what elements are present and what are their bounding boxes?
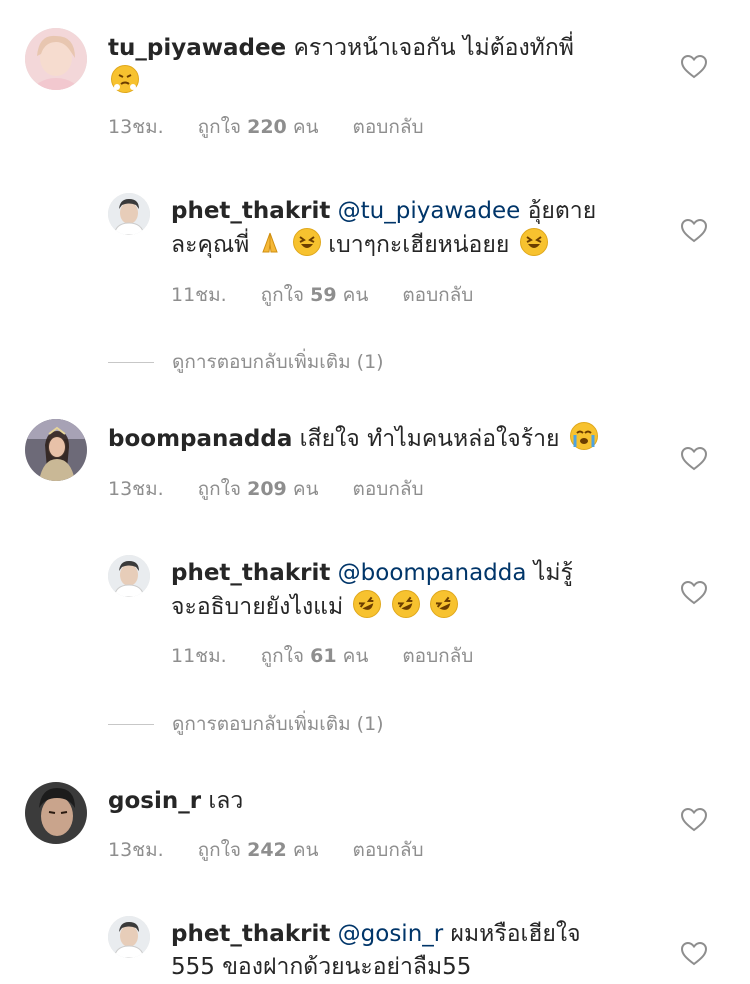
- comment-text: ผมหรือเฮียใจ: [450, 921, 581, 947]
- comment-text: อุ้ยตาย: [527, 198, 597, 224]
- likes-suffix: คน: [292, 478, 319, 500]
- divider: [108, 361, 154, 363]
- reply-button[interactable]: ตอบกลับ: [402, 284, 473, 306]
- view-more-label: ดูการตอบกลับเพิ่มเติม (1): [172, 351, 384, 373]
- comment-text-line2: 555 ของฝากด้วยนะอย่าลืม55: [171, 954, 472, 980]
- folded-hands-emoji-icon: [257, 230, 283, 256]
- reply-button[interactable]: ตอบกลับ: [402, 645, 473, 667]
- heart-icon[interactable]: [681, 447, 707, 471]
- comment-meta: 11ชม. ถูกใจ 61 คน ตอบกลับ: [171, 641, 507, 671]
- comment-username[interactable]: tu_piyawadee: [108, 35, 286, 61]
- mention-link[interactable]: @boompanadda: [338, 560, 527, 586]
- likes-count: 209: [247, 478, 287, 500]
- likes-count: 220: [247, 116, 287, 138]
- avatar[interactable]: [25, 419, 87, 481]
- heart-icon[interactable]: [681, 808, 707, 832]
- reply-button[interactable]: ตอบกลับ: [353, 839, 424, 861]
- likes-prefix: ถูกใจ: [197, 839, 242, 861]
- likes-suffix: คน: [342, 645, 369, 667]
- comment-body: boompanadda เสียใจ ทำไมคนหล่อใจร้าย: [108, 422, 668, 456]
- comment-meta: 13ชม. ถูกใจ 209 คน ตอบกลับ: [108, 474, 458, 504]
- laughing-emoji-icon: [292, 228, 321, 256]
- avatar[interactable]: [108, 916, 150, 958]
- comment-meta: 13ชม. ถูกใจ 220 คน ตอบกลับ: [108, 112, 458, 142]
- likes-count: 242: [247, 839, 287, 861]
- likes-count: 61: [310, 645, 337, 667]
- heart-icon[interactable]: [681, 942, 707, 966]
- comment-meta: 13ชม. ถูกใจ 242 คน ตอบกลับ: [108, 835, 458, 865]
- view-more-replies[interactable]: ดูการตอบกลับเพิ่มเติม (1): [108, 350, 384, 374]
- likes-prefix: ถูกใจ: [260, 284, 305, 306]
- view-more-replies[interactable]: ดูการตอบกลับเพิ่มเติม (1): [108, 712, 384, 736]
- comment-time: 13ชม.: [108, 116, 164, 138]
- comment-text-line2: จะอธิบายยังไงแม่: [171, 594, 344, 620]
- heart-icon[interactable]: [681, 581, 707, 605]
- comment-username[interactable]: phet_thakrit: [171, 560, 330, 586]
- comment-time: 11ชม.: [171, 645, 227, 667]
- avatar[interactable]: [25, 782, 87, 844]
- divider: [108, 723, 154, 725]
- likes-prefix: ถูกใจ: [197, 116, 242, 138]
- comment-time: 11ชม.: [171, 284, 227, 306]
- reply-button[interactable]: ตอบกลับ: [353, 116, 424, 138]
- avatar[interactable]: [25, 28, 87, 90]
- heart-icon[interactable]: [681, 219, 707, 243]
- comment-likes[interactable]: ถูกใจ 61 คน: [261, 645, 369, 667]
- comment-text-line3: เบาๆกะเฮียหน่อยย: [328, 232, 510, 258]
- comment-username[interactable]: phet_thakrit: [171, 921, 330, 947]
- comment-username[interactable]: gosin_r: [108, 788, 201, 814]
- comment-likes[interactable]: ถูกใจ 209 คน: [198, 478, 319, 500]
- mention-link[interactable]: @gosin_r: [338, 921, 444, 947]
- comment-body: gosin_r เลว: [108, 785, 648, 818]
- avatar[interactable]: [108, 193, 150, 235]
- rofl-emoji-icon: [391, 590, 420, 618]
- mention-link[interactable]: @tu_piyawadee: [338, 198, 521, 224]
- laughing-emoji-icon: [519, 228, 548, 256]
- crying-emoji-icon: [569, 422, 598, 450]
- comment-time: 13ชม.: [108, 478, 164, 500]
- comment-text: เลว: [208, 788, 244, 814]
- comment-username[interactable]: boompanadda: [108, 426, 292, 452]
- steam-face-emoji-icon: [111, 65, 139, 93]
- comment-text: เสียใจ ทำไมคนหล่อใจร้าย: [299, 426, 560, 452]
- comment-likes[interactable]: ถูกใจ 220 คน: [198, 116, 319, 138]
- reply-button[interactable]: ตอบกลับ: [353, 478, 424, 500]
- view-more-label: ดูการตอบกลับเพิ่มเติม (1): [172, 713, 384, 735]
- heart-icon[interactable]: [681, 55, 707, 79]
- likes-prefix: ถูกใจ: [197, 478, 242, 500]
- likes-count: 59: [310, 284, 337, 306]
- rofl-emoji-icon: [430, 590, 459, 618]
- comment-body: phet_thakrit @boompanadda ไม่รู้ จะอธิบา…: [171, 557, 651, 624]
- comment-body: tu_piyawadee คราวหน้าเจอกัน ไม่ต้องทักพี…: [108, 32, 648, 99]
- likes-prefix: ถูกใจ: [260, 645, 305, 667]
- likes-suffix: คน: [292, 839, 319, 861]
- avatar[interactable]: [108, 555, 150, 597]
- comment-meta: 11ชม. ถูกใจ 59 คน ตอบกลับ: [171, 280, 507, 310]
- comment-likes[interactable]: ถูกใจ 242 คน: [198, 839, 319, 861]
- comment-text: คราวหน้าเจอกัน ไม่ต้องทักพี่: [293, 35, 574, 61]
- comment-likes[interactable]: ถูกใจ 59 คน: [261, 284, 369, 306]
- comment-body: phet_thakrit @tu_piyawadee อุ้ยตาย ละคุณ…: [171, 195, 651, 262]
- likes-suffix: คน: [292, 116, 319, 138]
- comment-text: ไม่รู้: [533, 560, 573, 586]
- comment-time: 13ชม.: [108, 839, 164, 861]
- likes-suffix: คน: [342, 284, 369, 306]
- comment-text-line2: ละคุณพี่: [171, 232, 250, 258]
- comment-body: phet_thakrit @gosin_r ผมหรือเฮียใจ 555 ข…: [171, 918, 651, 984]
- rofl-emoji-icon: [353, 590, 382, 618]
- comment-username[interactable]: phet_thakrit: [171, 198, 330, 224]
